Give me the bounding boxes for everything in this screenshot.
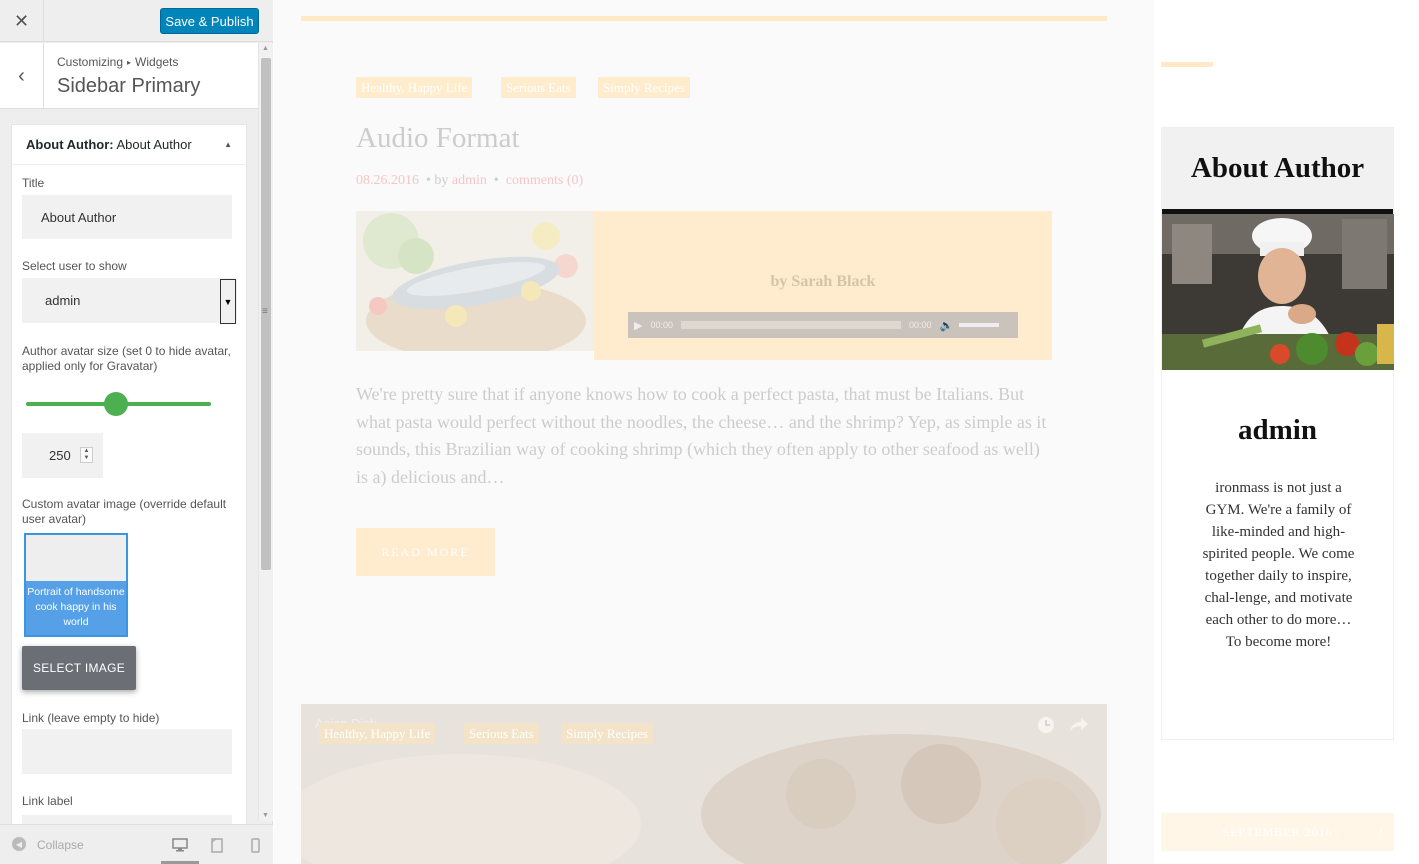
category-tag[interactable]: Simply Recipes [598, 77, 690, 98]
breadcrumb-customizing: Customizing [57, 55, 124, 69]
watch-later-icon[interactable] [1037, 716, 1055, 739]
audio-time-total: 00:00 [909, 320, 932, 330]
about-author-sidebar-widget: About Author admin ironmass is not just … [1161, 127, 1394, 740]
top-accent-line [301, 16, 1107, 21]
back-arrow-icon[interactable]: ‹ [0, 43, 44, 109]
about-author-widget: About Author: About Author ▲ Title About… [11, 124, 247, 864]
play-icon[interactable]: ▶ [634, 319, 642, 332]
widget-header[interactable]: About Author: About Author ▲ [12, 125, 246, 165]
number-spinner-icon[interactable]: ▲ ▼ [80, 447, 93, 463]
panel-scrollbar[interactable]: ▲ ▼ [258, 43, 273, 821]
title-input[interactable]: About Author [22, 195, 232, 239]
collapse-button[interactable]: Collapse [37, 838, 84, 852]
save-publish-button[interactable]: Save & Publish [160, 8, 259, 34]
post-comments[interactable]: comments (0) [506, 173, 583, 188]
audio-time-current: 00:00 [650, 320, 673, 330]
avatar-caption: Portrait of handsome cook happy in his w… [26, 581, 126, 635]
resize-handle-icon[interactable]: ≡ [262, 306, 268, 317]
mobile-preview-icon[interactable] [245, 835, 265, 855]
panel-header: ✕ Save & Publish [0, 0, 273, 42]
read-more-button[interactable]: READ MORE [356, 528, 495, 576]
category-tag[interactable]: Healthy, Happy Life [356, 77, 473, 98]
share-icon[interactable] [1069, 716, 1089, 739]
link-label: Link (leave empty to hide) [22, 711, 160, 725]
audio-byline: by Sarah Black [770, 273, 876, 290]
breadcrumb-separator-icon: ▸ [127, 58, 132, 67]
author-photo [1162, 214, 1394, 370]
section-title: ‹ Customizing ▸ Widgets Sidebar Primary [0, 43, 258, 109]
breadcrumb: Customizing ▸ Widgets [57, 55, 178, 69]
user-select[interactable]: admin ▼ [22, 278, 237, 324]
user-select-value: admin [45, 293, 81, 308]
post-image-fish [356, 211, 594, 351]
category-tag[interactable]: Serious Eats [464, 723, 539, 744]
category-tag[interactable]: Simply Recipes [561, 723, 653, 744]
calendar-header: SEPTEMBER 2016 › [1161, 813, 1394, 851]
desktop-preview-icon[interactable] [170, 835, 190, 855]
video-post[interactable]: Asian Dish Healthy, Happy Life Serious E… [301, 704, 1107, 864]
post-author[interactable]: admin [452, 173, 487, 188]
author-widget-header: About Author [1162, 128, 1393, 214]
audio-player[interactable]: ▶ 00:00 00:00 🔈 [628, 312, 1018, 338]
calendar-month: SEPTEMBER 2016 [1222, 824, 1333, 839]
author-name: admin [1238, 414, 1317, 446]
title-label: Title [22, 176, 45, 190]
panel-footer: ◀ Collapse [0, 824, 273, 864]
customizer-panel: ✕ Save & Publish ‹ Customizing ▸ Widgets S… [0, 0, 273, 864]
category-tag[interactable]: Serious Eats [501, 77, 576, 98]
audio-player-box: by Sarah Black ▶ 00:00 00:00 🔈 [594, 211, 1052, 360]
post-meta: 08.26.2016 • by admin • comments (0) [356, 173, 584, 188]
tablet-preview-icon[interactable] [207, 835, 227, 855]
slider-handle[interactable] [104, 392, 128, 416]
dropdown-arrow-icon[interactable]: ▼ [220, 279, 236, 324]
section-name: Sidebar Primary [57, 75, 201, 97]
author-widget-title: About Author [1190, 152, 1365, 184]
user-select-label: Select user to show [22, 259, 127, 273]
post-title[interactable]: Audio Format [356, 122, 520, 155]
scroll-up-icon[interactable]: ▲ [262, 45, 269, 52]
select-image-button[interactable]: SELECT IMAGE [22, 646, 136, 690]
sidebar-accent-line [1161, 62, 1213, 67]
volume-icon[interactable]: 🔈 [940, 319, 954, 332]
collapse-icon[interactable]: ◀ [12, 837, 26, 851]
close-icon[interactable]: ✕ [0, 0, 44, 42]
category-tag[interactable]: Healthy, Happy Life [319, 723, 436, 744]
author-bio: ironmass is not just a GYM. We're a fami… [1202, 480, 1355, 650]
collapse-arrow-icon[interactable]: ▲ [224, 140, 232, 149]
avatar-thumbnail[interactable]: Portrait of handsome cook happy in his w… [24, 533, 128, 637]
site-preview: Healthy, Happy Life Serious Eats Simply … [274, 0, 1419, 864]
avatar-size-label: Author avatar size (set 0 to hide avatar… [22, 344, 231, 373]
widget-heading: About Author: About Author [26, 137, 192, 152]
post-excerpt: We're pretty sure that if anyone knows h… [356, 384, 1047, 487]
post-by: • by [426, 173, 449, 188]
chevron-right-icon[interactable]: › [1378, 823, 1384, 839]
link-input[interactable] [22, 729, 232, 774]
widget-type: About Author: [26, 137, 114, 152]
volume-slider[interactable] [959, 323, 1000, 327]
scroll-down-icon[interactable]: ▼ [262, 812, 269, 819]
widget-instance: About Author [116, 137, 192, 152]
custom-avatar-label: Custom avatar image (override default us… [22, 497, 227, 526]
breadcrumb-widgets: Widgets [135, 55, 179, 69]
post-date[interactable]: 08.26.2016 [356, 173, 419, 188]
audio-progress-bar[interactable] [681, 321, 901, 329]
link-text-label: Link label [22, 794, 73, 808]
